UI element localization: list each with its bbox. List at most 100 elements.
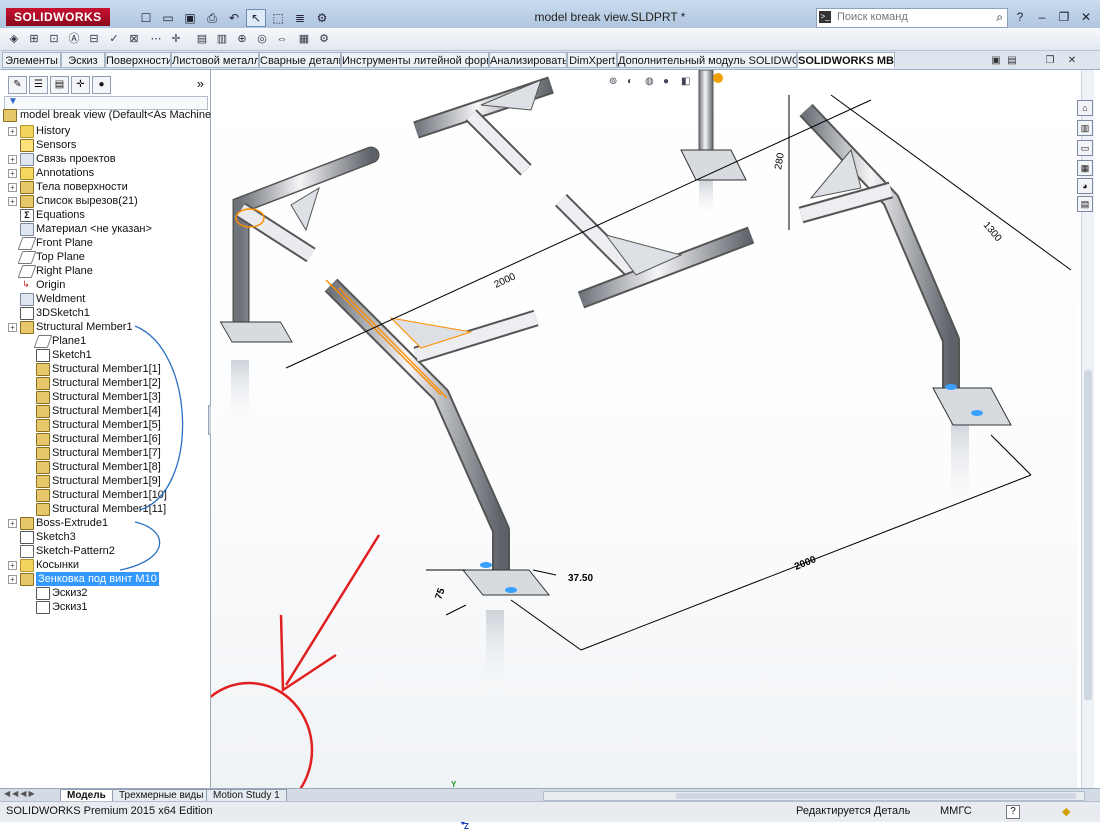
dim-2000-top[interactable]: 2000 [493, 271, 518, 291]
expand-toggle-icon[interactable]: + [8, 561, 17, 570]
view-orientation-icon[interactable]: ⊚ [609, 76, 617, 87]
tab-scroll-arrows-icon[interactable]: ◀◀◀▶ [4, 789, 37, 798]
publish-icon[interactable]: ▥ [214, 31, 230, 47]
viewport-restore-icon[interactable]: ❐ [1044, 55, 1056, 67]
more-tabs-chevron-icon[interactable]: » [197, 76, 204, 91]
dimxpert-manager-tab-icon[interactable]: ✛ [71, 76, 90, 94]
tab-surfaces[interactable]: Поверхности [105, 52, 171, 68]
expand-toggle-icon[interactable]: + [8, 323, 17, 332]
middle-member[interactable] [554, 193, 755, 309]
geometric-tolerance-icon[interactable]: ⊟ [86, 31, 102, 47]
undo-icon[interactable]: ↶ [224, 9, 244, 27]
status-help-icon[interactable]: ? [1006, 805, 1020, 819]
resources-icon[interactable]: ⌂ [1077, 100, 1093, 116]
tile-view-icon[interactable]: ▣ [990, 55, 1002, 67]
expand-toggle-icon[interactable]: + [8, 575, 17, 584]
hide-show-items-icon[interactable]: ◍ [645, 76, 654, 87]
file-explorer-icon[interactable]: ▭ [1077, 140, 1093, 156]
expand-toggle-icon[interactable]: + [8, 155, 17, 164]
datum-icon[interactable]: Ⓐ [66, 31, 82, 47]
vertical-scroll-thumb[interactable] [1084, 370, 1092, 700]
dim-1300[interactable]: 1300 [981, 220, 1004, 244]
open-folder-icon[interactable]: ▭ [158, 9, 178, 27]
dim-37-50[interactable]: 37.50 [568, 573, 593, 584]
print-icon[interactable]: ⎙ [202, 9, 222, 27]
right-frame[interactable] [798, 103, 1012, 426]
plane-icon [17, 251, 37, 264]
graphics-area[interactable]: 2000 1300 280 2000 37.50 75 ⊚ ◐ ◍ ● ◧ Y … [184, 69, 1077, 831]
configuration-manager-tab-icon[interactable]: ▤ [50, 76, 69, 94]
tab-evaluate[interactable]: Анализировать [489, 52, 567, 68]
expand-toggle-icon[interactable]: + [8, 183, 17, 192]
cascade-view-icon[interactable]: ▤ [1006, 55, 1018, 67]
select-pointer-icon[interactable]: ↖ [246, 9, 266, 27]
save-icon[interactable]: ▣ [180, 9, 200, 27]
search-icon[interactable]: ⌕ [996, 10, 1003, 25]
tab-addins[interactable]: Дополнительный модуль SOLIDWORKS [617, 52, 797, 68]
body-icon [36, 391, 50, 404]
close-icon[interactable]: ✕ [1078, 9, 1094, 25]
appearances-icon[interactable]: ◕ [1077, 178, 1093, 194]
view-palette-icon[interactable]: ▦ [1077, 160, 1093, 176]
back-post[interactable] [680, 69, 747, 181]
dim-280[interactable]: 280 [773, 152, 787, 171]
file-properties-icon[interactable]: ≣ [290, 9, 310, 27]
status-rebuild-icon[interactable]: ◆ [1062, 805, 1070, 818]
mbd-settings-icon[interactable]: ⚙ [316, 31, 332, 47]
tab-weldments[interactable]: Сварные детали [259, 52, 341, 68]
custom-properties-icon[interactable]: ▤ [1077, 196, 1093, 212]
dim-icon[interactable]: ⇔ [274, 31, 290, 47]
restore-icon[interactable]: ❐ [1056, 9, 1072, 25]
horizontal-scrollbar[interactable] [543, 791, 1085, 801]
cut-list-icon [20, 195, 34, 208]
viewport-close-icon[interactable]: ✕ [1066, 55, 1078, 67]
pattern-feature-icon[interactable]: ⋯ [148, 31, 164, 47]
feature-manager-tab-icon[interactable]: ✎ [8, 76, 27, 94]
status-units[interactable]: ММГС [940, 805, 972, 817]
plane-icon [33, 335, 53, 348]
options-icon[interactable]: ⚙ [312, 9, 332, 27]
location-dimension-icon[interactable]: ⊡ [46, 31, 62, 47]
basic-location-icon[interactable]: ✛ [168, 31, 184, 47]
expand-toggle-icon[interactable]: + [8, 127, 17, 136]
minimize-icon[interactable]: – [1034, 9, 1050, 25]
rebuild-icon[interactable]: ⬚ [268, 9, 288, 27]
display-manager-tab-icon[interactable]: ● [92, 76, 111, 94]
dim-75[interactable]: 75 [433, 586, 447, 601]
expand-toggle-icon[interactable]: + [8, 519, 17, 528]
front-left-frame[interactable] [324, 278, 551, 596]
dim-2000-bottom[interactable]: 2000 [793, 554, 818, 573]
capture-3d-view-icon[interactable]: ◎ [254, 31, 270, 47]
solidworks-logo[interactable]: SOLIDWORKS [6, 8, 110, 26]
dimxpert-icon[interactable]: ◈ [6, 31, 22, 47]
new-document-icon[interactable]: ☐ [136, 9, 156, 27]
display-style-icon[interactable]: ◐ [627, 76, 633, 87]
command-search[interactable]: >_ Поиск команд ⌕ [816, 8, 1008, 28]
mbd-toolbar: ◈ ⊞ ⊡ Ⓐ ⊟ ✓ ⊠ ⋯ ✛ ▤ ▥ ⊕ ◎ ⇔ ▦ ⚙ [0, 28, 1100, 51]
copy-scheme-icon[interactable]: ⊠ [126, 31, 142, 47]
command-prompt-icon: >_ [819, 11, 831, 23]
edit-appearance-icon[interactable]: ● [663, 76, 669, 87]
3d-pdf-icon[interactable]: ▤ [194, 31, 210, 47]
tab-features[interactable]: Элементы [2, 52, 61, 68]
help-icon[interactable]: ? [1012, 9, 1028, 25]
template-editor-icon[interactable]: ▦ [296, 31, 312, 47]
tab-sketch[interactable]: Эскиз [61, 52, 105, 68]
tab-sheet-metal[interactable]: Листовой металл [171, 52, 259, 68]
annotation-view-icon[interactable]: ⊕ [234, 31, 250, 47]
apply-scene-icon[interactable]: ◧ [681, 76, 690, 87]
show-tolerance-status-icon[interactable]: ✓ [106, 31, 122, 47]
search-input[interactable]: Поиск команд [837, 11, 908, 23]
property-manager-tab-icon[interactable]: ☰ [29, 76, 48, 94]
expand-toggle-icon[interactable]: + [8, 169, 17, 178]
tab-dimxpert[interactable]: DimXpert [567, 52, 617, 68]
tree-item-label: Косынки [36, 559, 79, 571]
expand-toggle-icon[interactable]: + [8, 197, 17, 206]
tab-mold-tools[interactable]: Инструменты литейной формы [341, 52, 489, 68]
design-library-icon[interactable]: ▥ [1077, 120, 1093, 136]
horizontal-scroll-thumb[interactable] [676, 793, 1076, 799]
sketch-icon [20, 531, 34, 544]
tab-solidworks-mbd[interactable]: SOLIDWORKS MBD [797, 52, 895, 68]
top-center-member[interactable] [413, 76, 554, 176]
size-dimension-icon[interactable]: ⊞ [26, 31, 42, 47]
